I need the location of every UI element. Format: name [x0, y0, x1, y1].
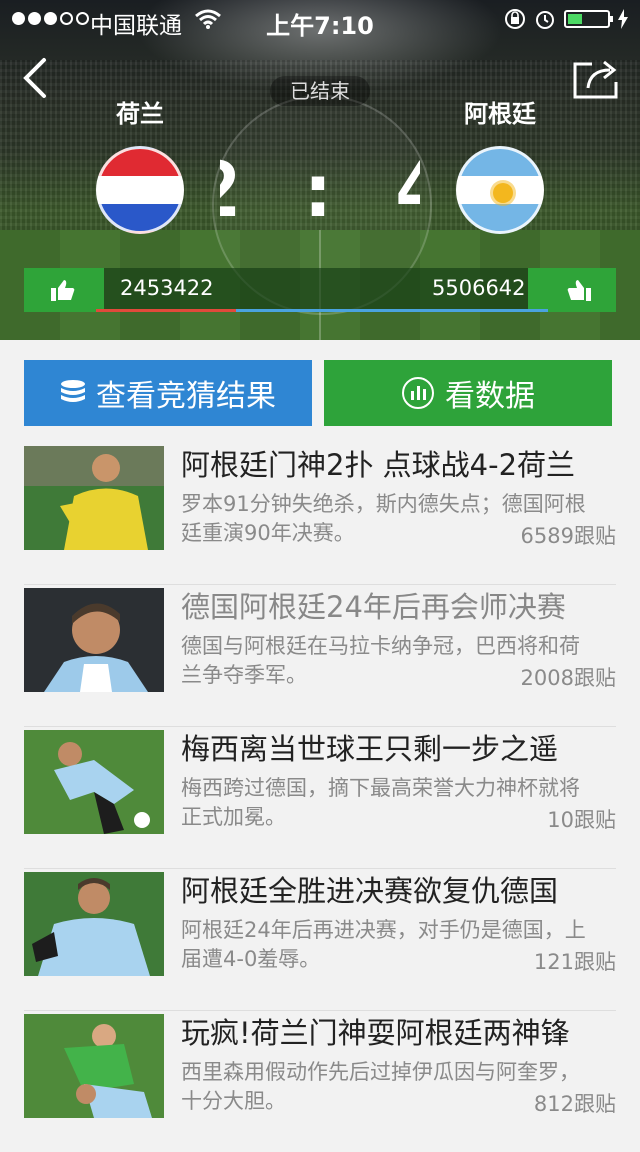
comment-count: 2008跟贴: [520, 666, 616, 690]
bet-results-button[interactable]: 查看竞猜结果: [24, 360, 312, 426]
news-thumbnail: [24, 1014, 164, 1118]
comment-count: 121跟贴: [533, 950, 616, 974]
battery-icon: [564, 10, 613, 28]
news-title: 玩疯!荷兰门神耍阿根廷两神锋: [181, 1016, 570, 1050]
rotation-lock-icon: [505, 9, 525, 29]
match-status-badge: 已结束: [270, 76, 370, 106]
view-stats-button[interactable]: 看数据: [324, 360, 612, 426]
news-title: 梅西离当世球王只剩一步之遥: [181, 732, 559, 766]
news-thumbnail: [24, 588, 164, 692]
away-team-name: 阿根廷: [464, 100, 536, 128]
news-item[interactable]: 德国阿根廷24年后再会师决赛 德国与阿根廷在马拉卡纳争冠，巴西将和荷兰争夺季军。…: [24, 584, 616, 727]
news-thumbnail: [24, 446, 164, 550]
comment-count: 10跟贴: [547, 808, 616, 832]
score-display: 2 : 4: [220, 150, 420, 230]
home-vote-share: [96, 309, 236, 312]
bet-results-label: 查看竞猜结果: [96, 379, 276, 414]
netherlands-flag-icon[interactable]: [96, 146, 184, 234]
away-vote-share: [236, 309, 548, 312]
home-vote-count: 2453422: [120, 276, 214, 300]
match-header: 中国联通 上午7:10 已结束 荷兰 阿根廷: 2453422 5506642: [0, 0, 640, 340]
news-title: 阿根廷全胜进决赛欲复仇德国: [181, 874, 559, 908]
news-thumbnail: [24, 730, 164, 834]
news-title: 德国阿根廷24年后再会师决赛: [181, 590, 566, 624]
news-summary: 阿根廷24年后再进决赛，对手仍是德国，上届遭4-0羞辱。: [181, 918, 586, 971]
argentina-flag-icon[interactable]: [456, 146, 544, 234]
charging-icon: [618, 9, 628, 29]
status-bar: 中国联通 上午7:10: [0, 0, 640, 40]
news-title: 阿根廷门神2扑 点球战4-2荷兰: [181, 448, 576, 482]
news-thumbnail: [24, 872, 164, 976]
database-icon: [61, 380, 85, 402]
thumbs-up-icon: [567, 280, 591, 301]
back-icon[interactable]: [18, 56, 58, 100]
alarm-icon: [536, 11, 554, 29]
news-summary: 梅西跨过德国，摘下最高荣誉大力神杯就将正式加冕。: [181, 776, 580, 829]
news-item[interactable]: 玩疯!荷兰门神耍阿根廷两神锋 西里森用假动作先后过掉伊瓜因与阿奎罗，十分大胆。 …: [24, 1010, 616, 1152]
news-item[interactable]: 阿根廷门神2扑 点球战4-2荷兰 罗本91分钟失绝杀，斯内德失点；德国阿根廷重演…: [24, 442, 616, 585]
view-stats-label: 看数据: [445, 379, 535, 414]
share-icon[interactable]: [572, 58, 620, 100]
chart-icon: [402, 377, 434, 409]
thumbs-up-icon: [51, 280, 75, 301]
comment-count: 6589跟贴: [520, 524, 616, 548]
score-text: 2 : 4: [220, 150, 420, 230]
news-summary: 西里森用假动作先后过掉伊瓜因与阿奎罗，十分大胆。: [181, 1060, 580, 1113]
comment-count: 812跟贴: [533, 1092, 616, 1116]
news-item[interactable]: 梅西离当世球王只剩一步之遥 梅西跨过德国，摘下最高荣誉大力神杯就将正式加冕。 1…: [24, 726, 616, 869]
home-team-name: 荷兰: [116, 100, 164, 128]
away-vote-count: 5506642: [432, 276, 526, 300]
news-item[interactable]: 阿根廷全胜进决赛欲复仇德国 阿根廷24年后再进决赛，对手仍是德国，上届遭4-0羞…: [24, 868, 616, 1011]
